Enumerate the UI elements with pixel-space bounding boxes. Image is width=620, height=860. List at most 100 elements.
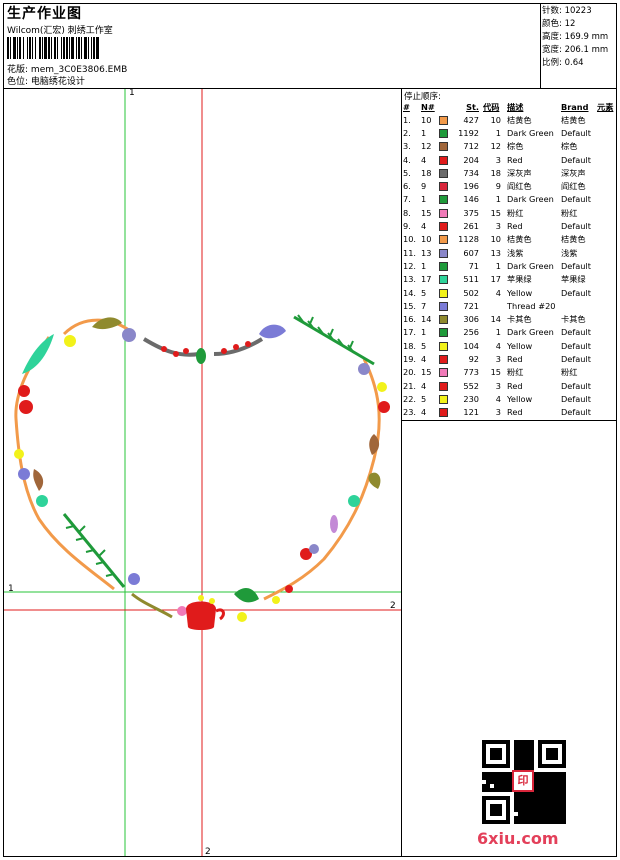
thread-swatch: [439, 299, 453, 312]
thread-needle: 4: [421, 353, 427, 364]
thread-code: 3: [495, 154, 501, 165]
thread-brand: Default: [561, 340, 591, 351]
thread-index: 10.: [403, 234, 417, 245]
stat-label: 颜色:: [542, 19, 562, 29]
thread-row: 5. 18 734 18 深灰声 深灰声: [403, 166, 619, 179]
thread-swatch: [439, 179, 453, 192]
thread-code: 9: [495, 181, 501, 192]
thread-desc: Red: [507, 154, 523, 165]
thread-stitches: 712: [463, 141, 479, 152]
thread-stitches: 121: [463, 407, 479, 418]
stat-value: 169.9 mm: [564, 32, 609, 42]
thread-desc: 浅紫: [507, 247, 524, 258]
thread-element: [597, 246, 619, 259]
thread-brand: Default: [561, 154, 591, 165]
thread-swatch: [439, 273, 453, 286]
thread-table: # N# St. 代码 描述 Brand 元素 1. 10 427 10 桔黄色 桔黄色 2…: [403, 101, 619, 419]
thread-brand: Default: [561, 260, 591, 271]
thread-index: 2.: [403, 127, 411, 138]
col-code: 代码: [483, 102, 500, 112]
position-value: 电脑绣花设计: [30, 77, 85, 87]
thread-desc: Yellow: [507, 287, 533, 298]
thread-row: 7. 1 146 1 Dark Green Default: [403, 193, 619, 206]
thread-desc: Dark Green: [507, 127, 554, 138]
thread-swatch: [439, 193, 453, 206]
col-desc: 描述: [507, 102, 524, 112]
thread-element: [597, 179, 619, 192]
thread-needle: 13: [421, 247, 432, 258]
thread-brand: Default: [561, 194, 591, 205]
qr-stamp: 印: [512, 770, 534, 792]
position-label: 色位:: [7, 77, 29, 87]
thread-element: [597, 299, 619, 312]
thread-index: 3.: [403, 141, 411, 152]
thread-code: 4: [495, 393, 501, 404]
thread-element: [597, 352, 619, 365]
thread-stitches: 256: [463, 327, 479, 338]
thread-element: [597, 339, 619, 352]
thread-index: 9.: [403, 221, 411, 232]
col-stitches: St.: [466, 102, 479, 112]
thread-code: 1: [495, 127, 501, 138]
thread-desc: 粉红: [507, 207, 524, 218]
stat-value: 0.64: [564, 58, 584, 68]
stat-value: 10223: [564, 6, 592, 16]
thread-stitches: 375: [463, 207, 479, 218]
thread-row: 15. 7 721 Thread #20: [403, 299, 619, 312]
thread-needle: 12: [421, 141, 432, 152]
thread-desc: 苹果绿: [507, 274, 532, 285]
thread-brand: 棕色: [561, 141, 578, 152]
thread-element: [597, 326, 619, 339]
thread-swatch: [439, 326, 453, 339]
thread-stitches: 306: [463, 314, 479, 325]
panel-divider: [401, 88, 402, 857]
thread-code: 10: [490, 234, 501, 245]
thread-needle: 14: [421, 314, 432, 325]
thread-code: 3: [495, 353, 501, 364]
thread-element: [597, 286, 619, 299]
thread-element: [597, 206, 619, 219]
thread-desc: 卡其色: [507, 314, 532, 325]
thread-stitches: 773: [463, 367, 479, 378]
thread-brand: 苹果绿: [561, 274, 586, 285]
thread-element: [597, 153, 619, 166]
thread-code: 14: [490, 314, 501, 325]
thread-index: 5.: [403, 167, 411, 178]
thread-row: 6. 9 196 9 阎红色 阎红色: [403, 179, 619, 192]
thread-code: 18: [490, 167, 501, 178]
thread-row: 23. 4 121 3 Red Default: [403, 406, 619, 419]
thread-brand: 深灰声: [561, 167, 586, 178]
thread-index: 4.: [403, 154, 411, 165]
thread-brand: 阎红色: [561, 181, 586, 192]
thread-desc: 阎红色: [507, 181, 532, 192]
thread-index: 16.: [403, 314, 417, 325]
thread-brand: Default: [561, 353, 591, 364]
thread-needle: 5: [421, 393, 427, 404]
stats-divider: [540, 3, 541, 88]
thread-row: 9. 4 261 3 Red Default: [403, 219, 619, 232]
stat-row: 高度: 169.9 mm: [542, 31, 608, 44]
thread-needle: 4: [421, 380, 427, 391]
thread-brand: 桔黄色: [561, 114, 586, 125]
page-title: 生产作业图: [7, 6, 82, 22]
col-index: #: [403, 102, 410, 112]
thread-swatch: [439, 126, 453, 139]
thread-brand: 桔黄色: [561, 234, 586, 245]
thread-code: 10: [490, 114, 501, 125]
thread-needle: 15: [421, 367, 432, 378]
thread-index: 11.: [403, 247, 417, 258]
thread-element: [597, 140, 619, 153]
thread-desc: 棕色: [507, 141, 524, 152]
thread-stitches: 230: [463, 393, 479, 404]
thread-row: 1. 10 427 10 桔黄色 桔黄色: [403, 113, 619, 126]
thread-brand: [561, 299, 597, 312]
thread-index: 23.: [403, 407, 417, 418]
thread-swatch: [439, 406, 453, 419]
thread-row: 18. 5 104 4 Yellow Default: [403, 339, 619, 352]
thread-needle: 7: [421, 300, 427, 311]
thread-needle: 1: [421, 127, 427, 138]
thread-code: 1: [495, 327, 501, 338]
thread-swatch: [439, 206, 453, 219]
thread-needle: 10: [421, 234, 432, 245]
axis-label-top: 1: [129, 88, 135, 98]
